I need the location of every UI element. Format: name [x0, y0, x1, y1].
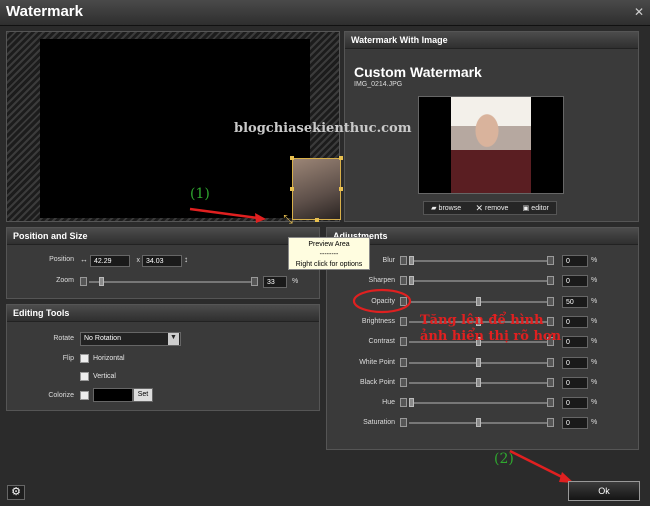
annotation-marker-2: (2) — [494, 451, 514, 467]
gear-icon: ⚙ — [11, 486, 21, 498]
tooltip-line: Preview Area — [308, 241, 350, 248]
opacity-highlight-ellipse — [352, 288, 412, 314]
tooltip-line: Right click for options — [295, 261, 363, 268]
arrow-1-head — [255, 213, 266, 223]
preview-tooltip: Preview Area -------- Right click for op… — [288, 237, 370, 270]
annotation-note: Tăng lên để hình ảnh hiển thị rõ hơn — [420, 313, 562, 344]
annotation-marker-1: (1) — [190, 186, 210, 202]
ok-button[interactable]: Ok — [568, 481, 640, 501]
arrow-2-line — [509, 449, 567, 481]
settings-button[interactable]: ⚙ — [7, 485, 25, 500]
arrow-1-line — [189, 207, 259, 220]
tooltip-line: -------- — [319, 251, 339, 258]
